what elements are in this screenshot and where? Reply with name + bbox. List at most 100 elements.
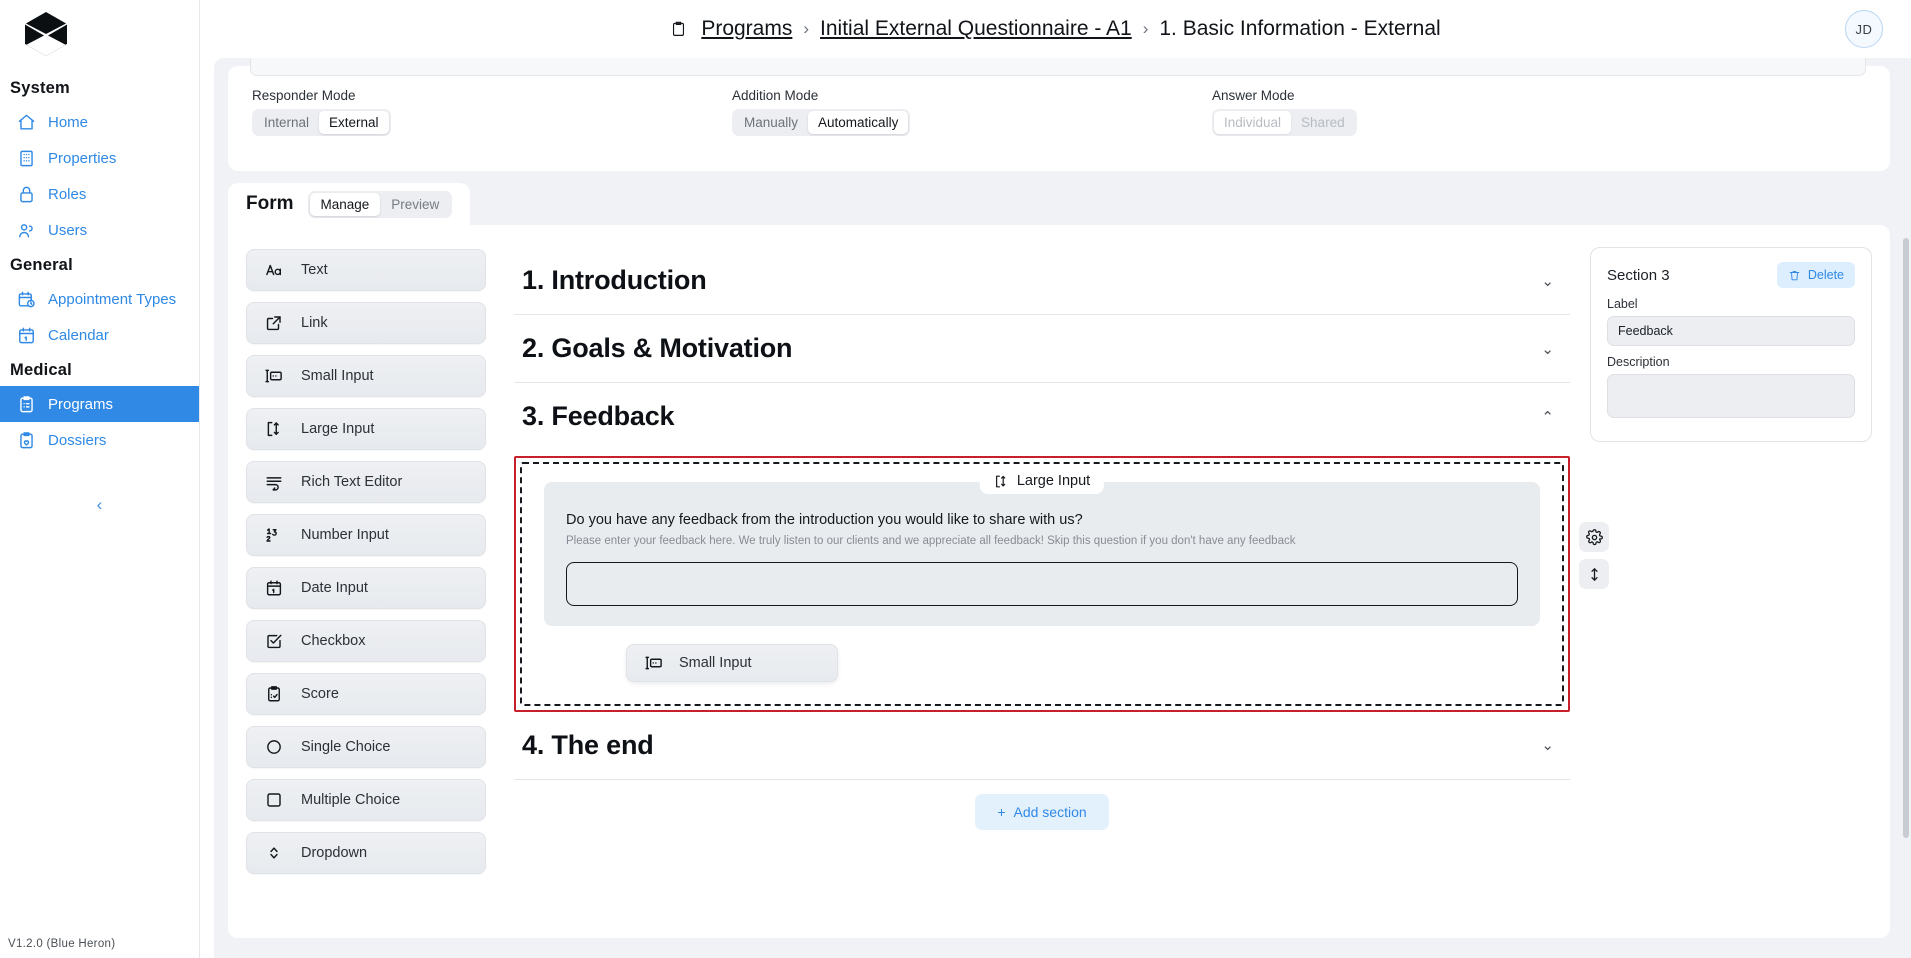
add-section-bar: + Add section: [514, 780, 1570, 830]
palette-item-small-input[interactable]: Small Input: [246, 355, 486, 397]
answer-mode-label: Answer Mode: [1212, 88, 1295, 103]
avatar[interactable]: JD: [1845, 10, 1883, 48]
breadcrumb-item-current: 1. Basic Information - External: [1159, 17, 1441, 40]
palette-item-label: Text: [301, 262, 328, 278]
section-label-input[interactable]: [1607, 316, 1855, 346]
sidebar-item-appointment-types[interactable]: Appointment Types: [0, 281, 199, 317]
palette-item-dropdown[interactable]: Dropdown: [246, 832, 486, 874]
sidebar-item-programs[interactable]: Programs: [0, 386, 199, 422]
sidebar-item-label: Programs: [48, 395, 114, 413]
sidebar-item-label: Home: [48, 113, 89, 131]
palette-item-score[interactable]: Score: [246, 673, 486, 715]
palette-item-large-input[interactable]: Large Input: [246, 408, 486, 450]
sidebar-item-label: Users: [48, 221, 88, 239]
tab-preview[interactable]: Preview: [380, 193, 450, 216]
palette-item-link[interactable]: Link: [246, 302, 486, 344]
field-settings-button[interactable]: [1579, 522, 1609, 552]
app-root: System Home Properties Roles Users Gener…: [0, 0, 1911, 958]
palette-item-label: Large Input: [301, 421, 375, 437]
add-section-button[interactable]: + Add section: [975, 793, 1109, 830]
palette-item-rich-text-editor[interactable]: Rich Text Editor: [246, 461, 486, 503]
small-input-icon: [263, 367, 285, 385]
inspector-header: Section 3 Delete: [1607, 262, 1855, 288]
field-move-button[interactable]: [1579, 559, 1609, 589]
palette-item-label: Rich Text Editor: [301, 474, 403, 490]
responder-mode-option-internal[interactable]: Internal: [254, 111, 319, 134]
field-answer-textarea[interactable]: [566, 561, 1518, 606]
form-canvas: 1. Introduction ⌄ 2. Goals & Motivation …: [500, 225, 1609, 938]
element-palette: Text Link Small Input Large Input Rich T…: [228, 225, 500, 938]
form-title: Form: [246, 193, 294, 214]
sidebar-item-calendar[interactable]: Calendar: [0, 317, 199, 353]
section-header-1[interactable]: 1. Introduction ⌄: [514, 247, 1570, 315]
tab-manage[interactable]: Manage: [309, 192, 381, 216]
breadcrumb-separator: ›: [1142, 19, 1149, 38]
breadcrumb: Programs › Initial External Questionnair…: [670, 17, 1441, 41]
section-title: 4. The end: [522, 729, 654, 760]
inspector-description-caption: Description: [1607, 355, 1670, 369]
breadcrumb-item-programs[interactable]: Programs: [701, 17, 792, 41]
addition-mode-label: Addition Mode: [732, 88, 819, 103]
addition-mode-option-manually[interactable]: Manually: [734, 111, 808, 134]
dragged-palette-chip[interactable]: Small Input: [626, 643, 838, 682]
sidebar-item-properties[interactable]: Properties: [0, 140, 199, 176]
sidebar-item-home[interactable]: Home: [0, 104, 199, 140]
responder-mode-toggle[interactable]: Internal External: [252, 109, 391, 136]
dropzone-dashed-area[interactable]: Large Input Do you have any feedback fro…: [520, 462, 1609, 706]
addition-mode-option-automatically[interactable]: Automatically: [808, 111, 909, 134]
nav-group-medical-title: Medical: [10, 361, 72, 379]
palette-item-multiple-choice[interactable]: Multiple Choice: [246, 779, 486, 821]
form-builder: Text Link Small Input Large Input Rich T…: [228, 225, 1890, 938]
chevron-down-icon[interactable]: ⌄: [1541, 340, 1560, 358]
content-scrollbar[interactable]: [1903, 238, 1909, 838]
palette-item-text[interactable]: Text: [246, 249, 486, 291]
section-header-3[interactable]: 3. Feedback ⌃: [514, 383, 1570, 450]
palette-item-date-input[interactable]: Date Input: [246, 567, 486, 609]
field-card-large-input[interactable]: Large Input Do you have any feedback fro…: [544, 468, 1540, 626]
sidebar-item-roles[interactable]: Roles: [0, 176, 199, 212]
responder-mode-label: Responder Mode: [252, 88, 356, 103]
form-view-toggle[interactable]: Manage Preview: [307, 190, 453, 218]
sidebar: System Home Properties Roles Users Gener…: [0, 0, 200, 958]
sidebar-item-users[interactable]: Users: [0, 212, 199, 248]
delete-section-button[interactable]: Delete: [1776, 262, 1855, 288]
large-input-icon: [263, 420, 285, 438]
app-logo[interactable]: [0, 0, 199, 71]
breadcrumb-item-questionnaire[interactable]: Initial External Questionnaire - A1: [820, 17, 1132, 41]
palette-item-number-input[interactable]: Number Input: [246, 514, 486, 556]
sidebar-item-label: Appointment Types: [48, 290, 177, 308]
delete-button-label: Delete: [1807, 268, 1844, 282]
palette-item-single-choice[interactable]: Single Choice: [246, 726, 486, 768]
sidebar-item-dossiers[interactable]: Dossiers: [0, 422, 199, 458]
field-help-text: Please enter your feedback here. We trul…: [566, 535, 1296, 547]
chevron-up-icon[interactable]: ⌃: [1541, 408, 1560, 426]
section-header-4[interactable]: 4. The end ⌄: [514, 712, 1570, 780]
hexagon-logo-icon: [25, 12, 67, 56]
chevron-updown-icon: [263, 844, 285, 862]
palette-item-checkbox[interactable]: Checkbox: [246, 620, 486, 662]
inspector-label-caption: Label: [1607, 297, 1638, 311]
dragged-chip-label: Small Input: [679, 654, 752, 671]
field-type-label: Large Input: [1016, 473, 1091, 489]
number-icon: [263, 526, 285, 544]
add-section-label: Add section: [1013, 803, 1087, 820]
sidebar-item-label: Dossiers: [48, 431, 107, 449]
square-icon: [263, 791, 285, 809]
building-icon: [16, 148, 36, 168]
users-icon: [16, 220, 36, 240]
circle-icon: [263, 738, 285, 756]
section-header-2[interactable]: 2. Goals & Motivation ⌄: [514, 315, 1570, 383]
topbar: Programs › Initial External Questionnair…: [200, 0, 1911, 58]
nav-group-system-title: System: [10, 79, 70, 97]
responder-mode-option-external[interactable]: External: [319, 111, 389, 134]
responder-mode-block: Responder Mode Internal External: [228, 88, 708, 136]
checkbox-checked-icon: [263, 632, 285, 650]
sidebar-collapse-button[interactable]: ‹: [0, 495, 199, 515]
sidebar-item-label: Roles: [48, 185, 87, 203]
modes-card: Responder Mode Internal External Additio…: [228, 58, 1890, 171]
section-description-input[interactable]: [1607, 374, 1855, 418]
chevron-down-icon[interactable]: ⌄: [1541, 736, 1560, 754]
chevron-down-icon[interactable]: ⌄: [1541, 272, 1560, 290]
section-dropzone[interactable]: Large Input Do you have any feedback fro…: [514, 456, 1609, 712]
addition-mode-toggle[interactable]: Manually Automatically: [732, 109, 911, 136]
